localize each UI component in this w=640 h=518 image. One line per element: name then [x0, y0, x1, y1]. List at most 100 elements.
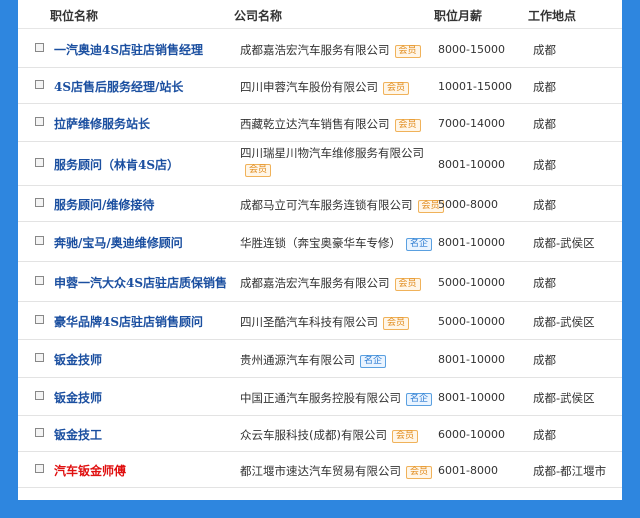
company-name[interactable]: 四川圣酷汽车科技有限公司 [240, 315, 378, 329]
table-row: 豪华品牌4S店驻店销售顾问 四川圣酷汽车科技有限公司 会员 5000-10000 成都-… [18, 301, 622, 340]
row-checkbox[interactable] [35, 198, 44, 207]
company-name[interactable]: 都江堰市速达汽车贸易有限公司 [240, 464, 401, 478]
work-location: 成都 [533, 428, 556, 442]
table-row: 4S店售后服务经理/站长 四川申蓉汽车股份有限公司 会员 10001-15000 成都 [18, 67, 622, 104]
company-name-link[interactable]: 成都嘉浩宏汽车服务有限公司 会员 [240, 275, 421, 291]
header-company: 公司名称 [234, 9, 283, 23]
work-location: 成都 [533, 43, 556, 57]
job-title-link[interactable]: 钣金技工 [54, 426, 102, 443]
table-row: 一汽奥迪4S店驻店销售经理 成都嘉浩宏汽车服务有限公司 会员 8000-15000 成都 [18, 29, 622, 68]
header-salary: 职位月薪 [434, 9, 483, 23]
work-location: 成都 [533, 158, 556, 172]
job-title-link[interactable]: 汽车钣金师傅 [54, 462, 126, 479]
salary: 6000-10000 [438, 428, 505, 441]
table-row: 汽车钣金师傅 都江堰市速达汽车贸易有限公司 会员 6001-8000 成都-都江堰市 [18, 451, 622, 488]
work-location: 成都-武侯区 [533, 236, 595, 250]
salary: 8000-15000 [438, 43, 505, 56]
table-row: 钣金技师 中国正通汽车服务控股有限公司 名企 8001-10000 成都-武侯区 [18, 377, 622, 416]
company-name-link[interactable]: 四川圣酷汽车科技有限公司 会员 [240, 314, 410, 330]
member-badge: 会员 [245, 164, 272, 177]
company-name-link[interactable]: 成都马立可汽车服务连锁有限公司 会员 [240, 197, 444, 213]
work-location: 成都 [533, 198, 556, 212]
table-row: 拉萨维修服务站长 西藏乾立达汽车销售有限公司 会员 7000-14000 成都 [18, 103, 622, 142]
header-location: 工作地点 [528, 9, 577, 23]
member-badge: 会员 [406, 466, 433, 479]
work-location: 成都 [533, 80, 556, 94]
company-name[interactable]: 西藏乾立达汽车销售有限公司 [240, 117, 390, 131]
job-title-link[interactable]: 一汽奥迪4S店驻店销售经理 [54, 41, 203, 58]
famous-company-badge: 名企 [360, 355, 387, 368]
member-badge: 会员 [394, 119, 421, 132]
row-checkbox[interactable] [35, 158, 44, 167]
table-row: 钣金技工 众云车服科技(成都)有限公司 会员 6000-10000 成都 [18, 415, 622, 452]
job-title-link[interactable]: 钣金技师 [54, 389, 102, 406]
job-title-link[interactable]: 拉萨维修服务站长 [54, 115, 150, 132]
table-row: 申蓉一汽大众4S店驻店质保销售 成都嘉浩宏汽车服务有限公司 会员 5000-10000… [18, 261, 622, 302]
famous-company-badge: 名企 [406, 238, 433, 251]
company-name[interactable]: 中国正通汽车服务控股有限公司 [240, 391, 401, 405]
row-checkbox[interactable] [35, 117, 44, 126]
company-name[interactable]: 成都马立可汽车服务连锁有限公司 [240, 198, 413, 212]
job-title-link[interactable]: 钣金技师 [54, 351, 102, 368]
company-name[interactable]: 成都嘉浩宏汽车服务有限公司 [240, 43, 390, 57]
famous-company-badge: 名企 [406, 393, 433, 406]
member-badge: 会员 [383, 317, 410, 330]
work-location: 成都-武侯区 [533, 391, 595, 405]
work-location: 成都-武侯区 [533, 315, 595, 329]
company-name[interactable]: 四川申蓉汽车股份有限公司 [240, 80, 378, 94]
row-checkbox[interactable] [35, 315, 44, 324]
company-name-link[interactable]: 四川瑞星川物汽车维修服务有限公司会员 [240, 145, 430, 177]
company-name[interactable]: 成都嘉浩宏汽车服务有限公司 [240, 276, 390, 290]
salary: 8001-10000 [438, 158, 505, 171]
salary: 5000-10000 [438, 276, 505, 289]
company-name-link[interactable]: 都江堰市速达汽车贸易有限公司 会员 [240, 463, 433, 479]
table-row: 奔驰/宝马/奥迪维修顾问 华胜连锁（奔宝奥豪华车专修） 名企 8001-10000 成都… [18, 221, 622, 262]
company-name-link[interactable]: 成都嘉浩宏汽车服务有限公司 会员 [240, 42, 421, 58]
member-badge: 会员 [383, 82, 410, 95]
job-title-link[interactable]: 申蓉一汽大众4S店驻店质保销售 [54, 274, 227, 291]
company-name[interactable]: 贵州通源汽车有限公司 [240, 353, 355, 367]
work-location: 成都 [533, 117, 556, 131]
table-row: 服务顾问/维修接待 成都马立可汽车服务连锁有限公司 会员 5000-8000 成都 [18, 185, 622, 222]
job-title-link[interactable]: 4S店售后服务经理/站长 [54, 78, 183, 95]
company-name-link[interactable]: 中国正通汽车服务控股有限公司 名企 [240, 390, 433, 406]
job-title-link[interactable]: 服务顾问（林肯4S店） [54, 156, 179, 173]
job-title-link[interactable]: 服务顾问/维修接待 [54, 196, 154, 213]
member-badge: 会员 [391, 430, 418, 443]
salary: 5000-10000 [438, 315, 505, 328]
salary: 5000-8000 [438, 198, 498, 211]
company-name[interactable]: 华胜连锁（奔宝奥豪华车专修） [240, 236, 401, 250]
company-name-link[interactable]: 华胜连锁（奔宝奥豪华车专修） 名企 [240, 235, 433, 251]
row-checkbox[interactable] [35, 391, 44, 400]
row-checkbox[interactable] [35, 464, 44, 473]
work-location: 成都-都江堰市 [533, 464, 607, 478]
salary: 7000-14000 [438, 117, 505, 130]
salary: 10001-15000 [438, 80, 512, 93]
job-list-panel: 职位名称 公司名称 职位月薪 工作地点 一汽奥迪4S店驻店销售经理 成都嘉浩宏汽车… [18, 0, 622, 500]
row-checkbox[interactable] [35, 236, 44, 245]
work-location: 成都 [533, 276, 556, 290]
company-name-link[interactable]: 贵州通源汽车有限公司 名企 [240, 352, 387, 368]
header-job: 职位名称 [50, 9, 99, 23]
company-name[interactable]: 四川瑞星川物汽车维修服务有限公司 [240, 146, 424, 160]
table-row: 服务顾问（林肯4S店） 四川瑞星川物汽车维修服务有限公司会员 8001-10000 成… [18, 141, 622, 186]
table-row: 钣金技师 贵州通源汽车有限公司 名企 8001-10000 成都 [18, 339, 622, 378]
table-header: 职位名称 公司名称 职位月薪 工作地点 [18, 0, 622, 29]
row-checkbox[interactable] [35, 80, 44, 89]
salary: 6001-8000 [438, 464, 498, 477]
member-badge: 会员 [394, 278, 421, 291]
member-badge: 会员 [394, 45, 421, 58]
company-name[interactable]: 众云车服科技(成都)有限公司 [240, 428, 387, 442]
salary: 8001-10000 [438, 236, 505, 249]
company-name-link[interactable]: 众云车服科技(成都)有限公司 会员 [240, 427, 418, 443]
salary: 8001-10000 [438, 391, 505, 404]
row-checkbox[interactable] [35, 353, 44, 362]
job-title-link[interactable]: 豪华品牌4S店驻店销售顾问 [54, 313, 203, 330]
row-checkbox[interactable] [35, 276, 44, 285]
job-title-link[interactable]: 奔驰/宝马/奥迪维修顾问 [54, 234, 183, 251]
work-location: 成都 [533, 353, 556, 367]
row-checkbox[interactable] [35, 43, 44, 52]
row-checkbox[interactable] [35, 428, 44, 437]
company-name-link[interactable]: 西藏乾立达汽车销售有限公司 会员 [240, 116, 421, 132]
company-name-link[interactable]: 四川申蓉汽车股份有限公司 会员 [240, 79, 410, 95]
